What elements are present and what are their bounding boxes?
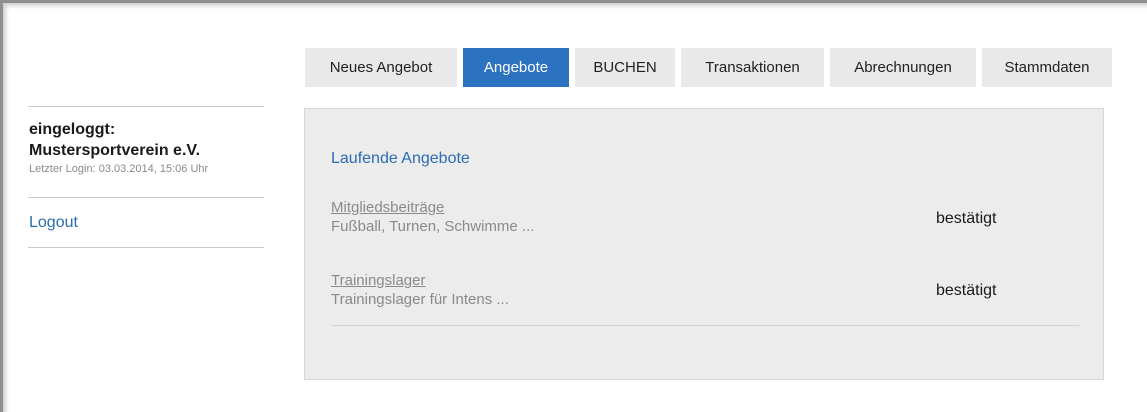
nav-buchen[interactable]: BUCHEN <box>575 48 675 87</box>
nav-transaktionen[interactable]: Transaktionen <box>681 48 824 87</box>
login-status-label: eingeloggt: <box>29 121 116 138</box>
nav-stammdaten[interactable]: Stammdaten <box>982 48 1112 87</box>
section-title: Laufende Angebote <box>331 150 470 167</box>
nav-angebote[interactable]: Angebote <box>463 48 569 87</box>
sidebar-divider <box>28 197 264 198</box>
sidebar-divider <box>28 247 264 248</box>
offer-status: bestätigt <box>936 282 997 299</box>
panel-divider <box>331 325 1079 326</box>
offer-status: bestätigt <box>936 210 997 227</box>
last-login-text: Letzter Login: 03.03.2014, 15:06 Uhr <box>29 163 209 175</box>
offer-item: Mitgliedsbeiträge Fußball, Turnen, Schwi… <box>331 198 1079 236</box>
logout-link[interactable]: Logout <box>29 213 78 233</box>
offers-panel: Laufende Angebote Mitgliedsbeiträge Fußb… <box>304 108 1104 380</box>
club-name: Mustersportverein e.V. <box>29 142 201 159</box>
main-navigation: Neues Angebot Angebote BUCHEN Transaktio… <box>305 48 1112 87</box>
offer-item: Trainingslager Trainingslager für Intens… <box>331 271 1079 309</box>
sidebar-divider <box>28 106 264 107</box>
nav-abrechnungen[interactable]: Abrechnungen <box>830 48 976 87</box>
nav-neues-angebot[interactable]: Neues Angebot <box>305 48 457 87</box>
